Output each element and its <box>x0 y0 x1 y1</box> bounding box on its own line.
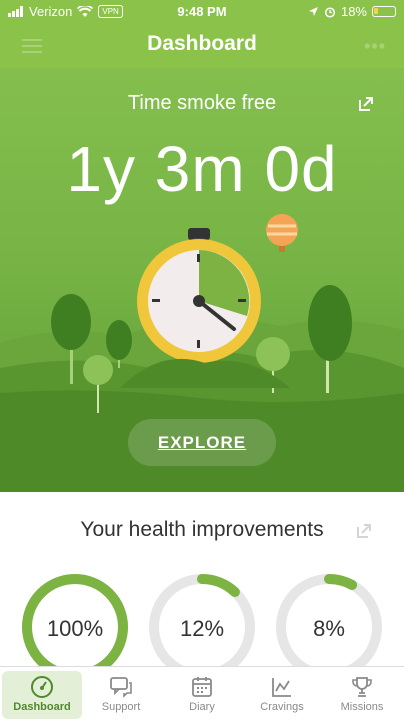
page-title: Dashboard <box>147 32 257 55</box>
location-arrow-icon <box>308 7 318 16</box>
tab-dashboard[interactable]: Dashboard <box>2 671 82 719</box>
trophy-icon <box>352 677 372 697</box>
stopwatch-illustration <box>137 228 261 363</box>
hot-air-balloon <box>266 214 298 252</box>
time-smoke-free-label: Time smoke free <box>127 92 277 114</box>
more-icon[interactable]: ••• <box>364 36 386 57</box>
speedometer-icon <box>31 676 53 698</box>
share-icon[interactable] <box>358 96 374 112</box>
health-percent: 12% <box>179 616 225 641</box>
alarm-icon <box>324 6 336 18</box>
explore-button[interactable]: EXPLORE <box>128 419 276 466</box>
status-bar: Verizon VPN 9:48 PM 18% <box>0 0 404 24</box>
status-right: 18% <box>308 4 396 19</box>
health-share-icon[interactable] <box>356 523 372 539</box>
chat-bubbles-icon <box>110 677 132 698</box>
battery-icon <box>372 6 396 17</box>
health-percent: 100% <box>46 616 104 641</box>
tab-diary[interactable]: Diary <box>162 671 242 719</box>
tab-label: Dashboard <box>13 701 71 713</box>
tab-label: Missions <box>340 701 384 713</box>
app-header: Dashboard ••• <box>0 24 404 68</box>
bottom-tab-bar: Dashboard Support Diary Cravings Mission… <box>0 666 404 720</box>
smoke-free-counter: 1y 3m 0d <box>66 133 338 205</box>
tab-cravings[interactable]: Cravings <box>242 671 322 719</box>
tab-support[interactable]: Support <box>81 671 161 719</box>
line-chart-icon <box>272 678 291 697</box>
battery-percent: 18% <box>340 4 367 19</box>
tab-label: Diary <box>189 701 215 713</box>
tab-missions[interactable]: Missions <box>322 671 402 719</box>
hero-panel: Time smoke free 1y 3m 0d EXPLORE <box>0 68 404 492</box>
calendar-icon <box>192 677 212 697</box>
health-improvements-title: Your health improvements <box>80 518 324 541</box>
health-percent: 8% <box>313 616 345 641</box>
tab-label: Cravings <box>260 701 304 713</box>
tab-label: Support <box>101 701 141 713</box>
